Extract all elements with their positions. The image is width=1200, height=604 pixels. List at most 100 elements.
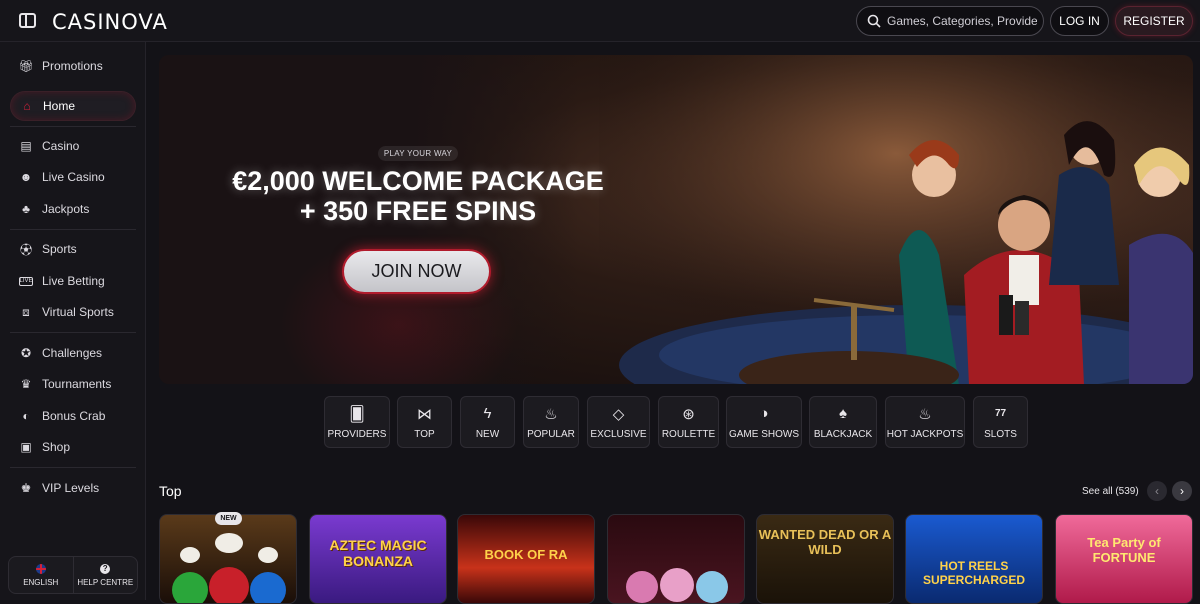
- sidebar-item-home[interactable]: ⌂ Home: [10, 91, 136, 121]
- join-now-button[interactable]: JOIN NOW: [342, 249, 491, 294]
- uk-flag-icon: [35, 563, 46, 574]
- game-tile[interactable]: [607, 514, 745, 604]
- sidebar-item-bonus-crab[interactable]: ◐ Bonus Crab: [10, 401, 136, 431]
- slot-machine-icon: ▤: [20, 139, 32, 153]
- hot-flame-icon: ♨: [918, 405, 932, 423]
- category-label: TOP: [414, 428, 435, 440]
- 777-icon: 77: [994, 408, 1007, 419]
- search-bar[interactable]: [856, 6, 1044, 36]
- game-tile[interactable]: WANTED DEAD OR A WILD: [756, 514, 894, 604]
- sidebar-item-sports[interactable]: ⚽︎ Sports: [10, 234, 136, 264]
- clover-icon: ♣: [22, 202, 30, 216]
- category-roulette[interactable]: ⊛ ROULETTE: [658, 396, 719, 448]
- category-label: ROULETTE: [661, 428, 716, 440]
- category-hot-jackpots[interactable]: ♨ HOT JACKPOTS: [885, 396, 965, 448]
- sidebar-item-label: VIP Levels: [42, 481, 100, 495]
- sidebar-item-label: Shop: [42, 440, 71, 454]
- search-input[interactable]: [887, 14, 1037, 28]
- sidebar-item-virtual-sports[interactable]: ⧈ Virtual Sports: [10, 297, 136, 327]
- category-providers[interactable]: 🂠︎ PROVIDERS: [324, 396, 390, 448]
- sidebar-item-live-betting[interactable]: LIVE Live Betting: [10, 266, 136, 296]
- sidebar-divider: [10, 467, 136, 468]
- category-label: SLOTS: [984, 428, 1017, 440]
- hero-tag: PLAY YOUR WAY: [378, 146, 458, 161]
- sidebar-item-challenges[interactable]: ✪ Challenges: [10, 338, 136, 368]
- sidebar-footer: ENGLISH ? HELP CENTRE: [8, 556, 138, 594]
- sidebar-item-live-casino[interactable]: ☻ Live Casino: [10, 162, 136, 192]
- language-selector[interactable]: ENGLISH: [9, 557, 74, 593]
- chevron-right-icon: ›: [1180, 484, 1184, 498]
- logo[interactable]: CASINOVA: [52, 10, 168, 34]
- sidebar-item-label: Home: [43, 99, 76, 113]
- game-title: WANTED DEAD OR A WILD: [758, 527, 892, 557]
- game-title: Tea Party of FORTUNE: [1087, 535, 1161, 565]
- category-label: POPULAR: [527, 428, 575, 440]
- sidebar: 🎁︎ Promotions ⌂ Home ▤ Casino ☻ Live Casino …: [0, 42, 146, 600]
- new-badge: NEW: [215, 512, 242, 525]
- cards-icon: 🂠︎: [349, 405, 365, 423]
- sidebar-item-label: Virtual Sports: [42, 305, 114, 319]
- sidebar-item-label: Challenges: [42, 346, 103, 360]
- sidebar-item-promotions[interactable]: 🎁︎ Promotions: [10, 51, 136, 81]
- train-game-art: [172, 533, 286, 603]
- sidebar-item-label: Live Betting: [42, 274, 105, 288]
- gift-icon: 🎁︎: [18, 59, 34, 73]
- roulette-icon: ⊛: [682, 405, 695, 423]
- category-blackjack[interactable]: ♠ BLACKJACK: [809, 396, 877, 448]
- home-icon: ⌂: [23, 99, 31, 113]
- category-slots[interactable]: 77 SLOTS: [973, 396, 1028, 448]
- language-label: ENGLISH: [23, 577, 59, 587]
- category-label: HOT JACKPOTS: [886, 428, 964, 440]
- category-game-shows[interactable]: ◑ GAME SHOWS: [726, 396, 802, 448]
- category-label: EXCLUSIVE: [590, 428, 647, 440]
- sidebar-divider: [10, 229, 136, 230]
- game-tile[interactable]: Tea Party of FORTUNE: [1055, 514, 1193, 604]
- game-tile[interactable]: AZTEC MAGIC BONANZA: [309, 514, 447, 604]
- game-tile[interactable]: BOOK OF RA: [457, 514, 595, 604]
- category-top[interactable]: ⋈ TOP: [397, 396, 452, 448]
- virtual-sports-icon: ⧈: [22, 304, 30, 319]
- soccer-ball-icon: ⚽︎: [19, 242, 32, 257]
- sidebar-item-jackpots[interactable]: ♣ Jackpots: [10, 194, 136, 224]
- live-dealer-icon: ☻: [19, 170, 33, 184]
- category-new[interactable]: ϟ NEW: [460, 396, 515, 448]
- crown-icon: ♚: [20, 481, 32, 495]
- claw-icon: ◐: [22, 409, 30, 423]
- sidebar-item-tournaments[interactable]: ♛ Tournaments: [10, 369, 136, 399]
- sidebar-item-label: Promotions: [42, 59, 103, 73]
- sidebar-item-label: Jackpots: [42, 202, 90, 216]
- chevron-left-icon: ‹: [1155, 484, 1159, 498]
- hero-title-line1: €2,000 WELCOME PACKAGE: [232, 166, 604, 196]
- diamond-icon: ◇: [612, 405, 625, 423]
- game-tile[interactable]: HOT REELS SUPERCHARGED: [905, 514, 1043, 604]
- trophy-icon: ♛: [20, 377, 32, 391]
- top-bar: CASINOVA LOG IN REGISTER: [0, 0, 1200, 42]
- sidebar-toggle-icon[interactable]: [19, 13, 36, 28]
- category-exclusive[interactable]: ◇ EXCLUSIVE: [587, 396, 650, 448]
- help-icon: ?: [100, 563, 111, 574]
- scroll-right-button[interactable]: ›: [1172, 481, 1192, 501]
- game-title: BOOK OF RA: [484, 547, 568, 562]
- sidebar-item-label: Tournaments: [42, 377, 112, 391]
- sidebar-item-shop[interactable]: ▣ Shop: [10, 432, 136, 462]
- mask-icon: ◑: [759, 405, 769, 422]
- category-popular[interactable]: ♨ POPULAR: [523, 396, 579, 448]
- game-tile[interactable]: [159, 514, 297, 604]
- login-button[interactable]: LOG IN: [1050, 6, 1109, 36]
- sidebar-item-label: Casino: [42, 139, 80, 153]
- sidebar-divider: [10, 332, 136, 333]
- register-button[interactable]: REGISTER: [1115, 6, 1193, 36]
- sidebar-item-label: Sports: [42, 242, 77, 256]
- flame-icon: ♨: [544, 405, 558, 423]
- scroll-left-button[interactable]: ‹: [1147, 481, 1167, 501]
- see-all-link[interactable]: See all (539): [1082, 486, 1139, 497]
- sidebar-item-casino[interactable]: ▤ Casino: [10, 131, 136, 161]
- shop-icon: ▣: [20, 440, 32, 454]
- help-label: HELP CENTRE: [77, 577, 134, 587]
- hero-title-line2: + 350 FREE SPINS: [299, 196, 537, 226]
- search-icon: [867, 14, 881, 28]
- sidebar-item-vip-levels[interactable]: ♚ VIP Levels: [10, 473, 136, 503]
- pigs-game-art: [626, 568, 728, 603]
- help-centre-button[interactable]: ? HELP CENTRE: [74, 557, 138, 593]
- lightning-icon: ϟ: [483, 405, 492, 422]
